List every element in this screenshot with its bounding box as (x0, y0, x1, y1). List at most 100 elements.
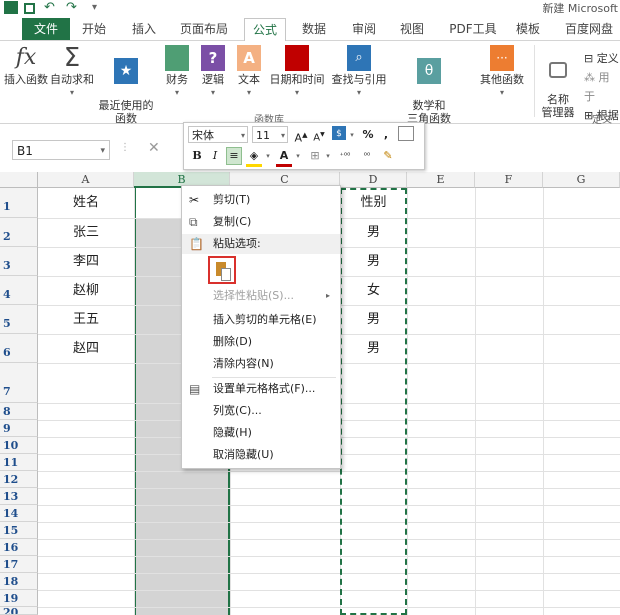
tab-templates[interactable]: 模板 (510, 18, 546, 40)
tab-review[interactable]: 审阅 (346, 18, 382, 40)
redo-icon[interactable]: ↷ (66, 1, 80, 14)
row-header-19[interactable]: 19 (0, 590, 38, 607)
chevron-down-icon[interactable]: ▾ (348, 127, 356, 143)
decrease-font-size-button[interactable]: A▼ (312, 127, 326, 146)
quick-access-dropdown-icon[interactable]: ▾ (92, 1, 106, 14)
tab-insert[interactable]: 插入 (126, 18, 162, 40)
row-header-16[interactable]: 16 (0, 539, 38, 556)
column-header-a[interactable]: A (38, 172, 134, 188)
format-painter-icon[interactable]: ✎ (380, 148, 396, 164)
row-header-15[interactable]: 15 (0, 522, 38, 539)
cell-a3[interactable]: 李四 (38, 247, 134, 276)
cell-d2[interactable]: 男 (340, 218, 407, 247)
row-header-1[interactable]: 1 (0, 188, 38, 218)
math-trig-button[interactable]: θ 数学和 三角函数 (394, 45, 464, 125)
menu-item-hide[interactable]: 隐藏(H) (182, 423, 340, 443)
fill-color-icon[interactable]: ◈ (246, 148, 262, 167)
use-in-formula-item[interactable]: ⁂ 用于 (584, 68, 620, 106)
row-header-3[interactable]: 3 (0, 247, 38, 276)
row-header-13[interactable]: 13 (0, 488, 38, 505)
cell-d1[interactable]: 性别 (340, 188, 407, 218)
comma-style-button[interactable]: , (380, 127, 392, 143)
row-header-8[interactable]: 8 (0, 403, 38, 420)
name-box[interactable]: B1 ▾ (12, 140, 110, 160)
row-header-10[interactable]: 10 (0, 437, 38, 454)
column-header-f[interactable]: F (475, 172, 543, 188)
cancel-icon[interactable]: ✕ (148, 140, 160, 156)
row-header-18[interactable]: 18 (0, 573, 38, 590)
tab-view[interactable]: 视图 (394, 18, 430, 40)
cell-d4[interactable]: 女 (340, 276, 407, 305)
center-align-icon[interactable]: ≡ (226, 147, 242, 165)
row-header-12[interactable]: 12 (0, 471, 38, 488)
select-all-corner[interactable] (0, 172, 38, 188)
row-header-20[interactable]: 20 (0, 607, 38, 615)
text-button[interactable]: A 文本 ▾ (232, 45, 266, 99)
tab-baidu-netdisk[interactable]: 百度网盘 (560, 18, 618, 40)
italic-button[interactable]: I (208, 148, 222, 164)
name-manager-button[interactable]: 名称 管理器 (538, 49, 578, 119)
cell-a6[interactable]: 赵四 (38, 334, 134, 363)
increase-decimal-icon[interactable]: ⁺⁰⁰ (336, 148, 354, 164)
column-header-d[interactable]: D (340, 172, 407, 188)
font-name-field[interactable]: 宋体 ▾ (188, 126, 248, 143)
logical-button[interactable]: ? 逻辑 ▾ (196, 45, 230, 99)
cell-a5[interactable]: 王五 (38, 305, 134, 334)
menu-item-insert-cut-cells[interactable]: 插入剪切的单元格(E) (182, 310, 340, 330)
menu-item-clear-contents[interactable]: 清除内容(N) (182, 354, 340, 374)
column-header-g[interactable]: G (543, 172, 620, 188)
tab-formulas[interactable]: 公式 (244, 18, 286, 42)
increase-font-size-button[interactable]: A▲ (294, 127, 308, 147)
insert-function-button[interactable]: fx 插入函数 (4, 45, 48, 86)
row-header-2[interactable]: 2 (0, 218, 38, 247)
date-time-button[interactable]: 日期和时间 ▾ (268, 45, 326, 99)
menu-item-delete[interactable]: 删除(D) (182, 332, 340, 352)
font-color-icon[interactable]: A (276, 148, 292, 167)
lookup-reference-button[interactable]: ⌕ 查找与引用 ▾ (328, 45, 390, 99)
chevron-down-icon[interactable]: ▾ (264, 148, 272, 164)
menu-item-unhide[interactable]: 取消隐藏(U) (182, 445, 340, 465)
row-header-5[interactable]: 5 (0, 305, 38, 334)
chevron-down-icon[interactable]: ▾ (294, 148, 302, 164)
font-size-field[interactable]: 11 ▾ (252, 126, 288, 143)
row-header-11[interactable]: 11 (0, 454, 38, 471)
tab-data[interactable]: 数据 (296, 18, 332, 40)
cell-a1[interactable]: 姓名 (38, 188, 134, 218)
more-functions-button[interactable]: ··· 其他函数 ▾ (474, 45, 530, 99)
cell-d5[interactable]: 男 (340, 305, 407, 334)
save-icon[interactable] (24, 3, 35, 14)
chevron-down-icon[interactable]: ▾ (324, 148, 332, 164)
row-header-14[interactable]: 14 (0, 505, 38, 522)
undo-icon[interactable]: ↶ (44, 1, 58, 14)
row-header-6[interactable]: 6 (0, 334, 38, 363)
row-header-7[interactable]: 7 (0, 363, 38, 403)
recent-functions-button[interactable]: ★ 最近使用的 函数 (96, 45, 156, 125)
tab-page-layout[interactable]: 页面布局 (175, 18, 233, 40)
autosum-button[interactable]: Σ 自动求和 ▾ (50, 45, 94, 99)
row-header-17[interactable]: 17 (0, 556, 38, 573)
borders-icon[interactable]: ⊞ (308, 148, 322, 164)
menu-item-cut[interactable]: ✂ 剪切(T) (182, 190, 340, 210)
cell-a4[interactable]: 赵柳 (38, 276, 134, 305)
tab-file[interactable]: 文件 (22, 18, 70, 40)
tab-home[interactable]: 开始 (76, 18, 112, 40)
paste-button[interactable] (208, 256, 236, 284)
merge-cells-icon[interactable] (398, 126, 414, 141)
menu-item-copy[interactable]: ⧉ 复制(C) (182, 212, 340, 232)
menu-item-column-width[interactable]: 列宽(C)... (182, 401, 340, 421)
accounting-format-icon[interactable]: $ (332, 126, 346, 140)
chevron-down-icon[interactable]: ▾ (100, 141, 105, 161)
percent-style-button[interactable]: % (360, 127, 376, 143)
row-header-9[interactable]: 9 (0, 420, 38, 437)
cell-d6[interactable]: 男 (340, 334, 407, 363)
menu-item-paste-special[interactable]: 选择性粘贴(S)... ▸ (182, 286, 340, 306)
decrease-decimal-icon[interactable]: ⁰⁰ (358, 148, 376, 164)
tab-pdf-tools[interactable]: PDF工具 (444, 18, 502, 40)
column-header-e[interactable]: E (407, 172, 475, 188)
cell-d3[interactable]: 男 (340, 247, 407, 276)
menu-item-format-cells[interactable]: ▤ 设置单元格格式(F)... (182, 379, 340, 399)
bold-button[interactable]: B (190, 148, 204, 164)
row-header-4[interactable]: 4 (0, 276, 38, 305)
cell-a2[interactable]: 张三 (38, 218, 134, 247)
financial-button[interactable]: 财务 ▾ (160, 45, 194, 99)
